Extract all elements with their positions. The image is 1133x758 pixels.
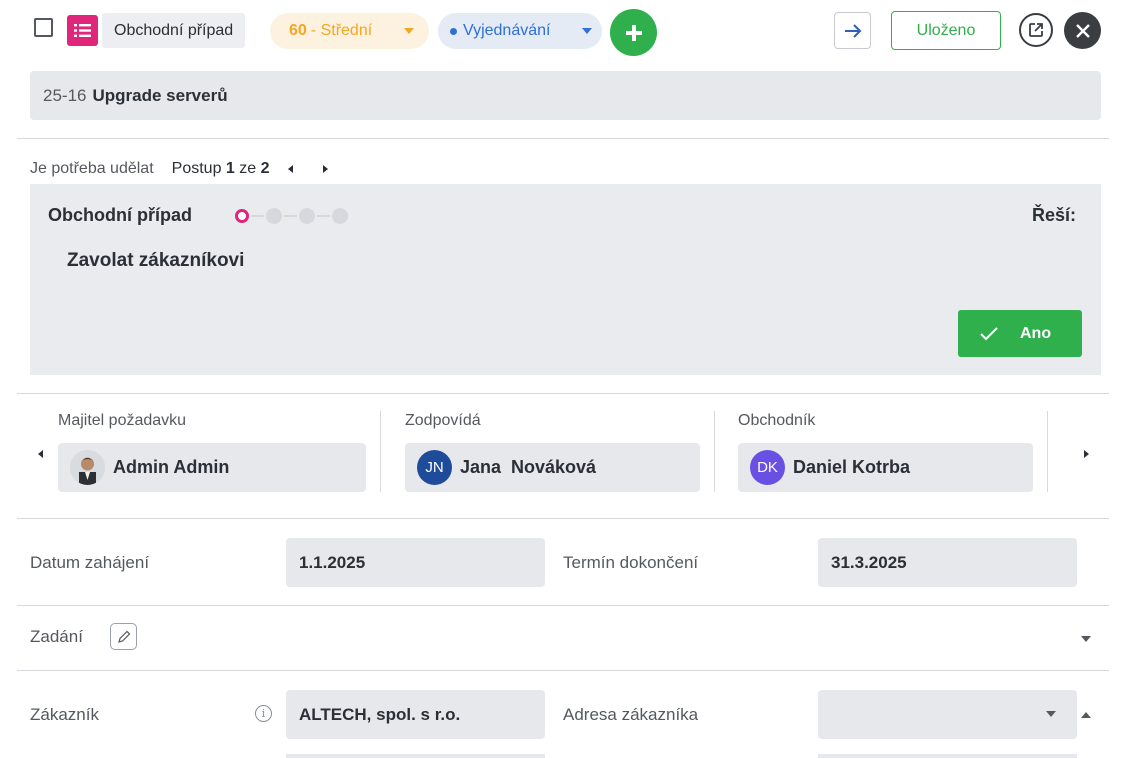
resolver-label: Řeší: [1032,205,1077,225]
divider [714,411,715,492]
step-next-icon[interactable] [322,165,328,173]
person-label: Majitel požadavku [58,412,187,429]
stage-dot-icon [450,27,457,35]
add-button[interactable] [610,9,657,56]
confirm-label: Ano [1020,324,1052,342]
chevron-down-icon [582,28,592,34]
progress-step-4 [332,208,348,224]
record-number: 25-16 [43,85,87,105]
divider [17,138,1109,139]
open-external-button[interactable] [1019,13,1053,47]
end-date-field[interactable]: 31.3.2025 [818,538,1077,587]
progress-step-1 [235,209,249,223]
record-title-field[interactable]: 25-16 Upgrade serverů [30,71,1101,120]
progress-step-3 [299,208,315,224]
step-current: 1 [225,160,235,177]
process-title: Obchodní případ [48,205,192,225]
info-icon[interactable]: i [255,705,272,722]
record-type-label: Obchodní případ [114,21,234,39]
priority-value: 60 [289,22,307,39]
chevron-up-icon[interactable] [1081,712,1091,718]
select-checkbox[interactable] [34,18,53,37]
next-field-partial [286,754,545,758]
avatar [70,450,105,485]
start-date-label: Datum zahájení [30,553,150,572]
priority-dropdown[interactable]: 60 - Střední [270,13,429,49]
customer-field[interactable]: ALTECH, spol. s r.o. [286,690,545,739]
step-prefix: Postup [171,160,222,177]
task-text: Zavolat zákazníkovi [67,250,245,271]
record-name: Upgrade serverů [92,85,228,105]
chevron-down-icon [404,28,414,34]
plus-icon [625,24,642,41]
address-label: Adresa zákazníka [563,705,699,724]
pencil-icon [117,630,130,643]
progress-step-2 [266,208,282,224]
divider [17,518,1109,519]
divider [17,393,1109,394]
person-name: Admin Admin [113,457,230,477]
divider [380,411,381,492]
todo-heading: Je potřeba udělat [30,160,154,177]
arrow-right-icon [844,23,861,38]
step-indicator: Postup 1 ze 2 [172,160,270,178]
confirm-button[interactable]: Ano [958,310,1082,357]
end-date-value: 31.3.2025 [831,552,907,572]
divider [1047,411,1048,492]
chevron-down-icon[interactable] [1081,636,1091,642]
person-label: Zodpovídá [405,412,481,429]
person-name: Jana Nováková [460,457,597,477]
priority-label: - Střední [310,22,373,39]
step-total: 2 [260,160,270,177]
close-button[interactable] [1064,12,1101,49]
avatar: DK [750,450,785,485]
people-prev-icon[interactable] [38,450,43,458]
person-chip-responsible[interactable]: JN Jana Nováková [405,443,700,492]
person-name: Daniel Kotrba [793,457,911,477]
process-progress [235,208,348,224]
next-record-button[interactable] [834,12,871,49]
step-sep: ze [239,160,257,177]
stage-dropdown[interactable]: Vyjednávání [438,13,602,49]
check-icon [980,326,998,340]
external-link-icon [1029,23,1043,37]
list-icon [67,15,98,46]
record-type-chip: Obchodní případ [102,13,246,48]
people-next-icon[interactable] [1084,450,1089,458]
avatar: JN [417,450,452,485]
chevron-down-icon [1046,711,1056,717]
customer-value: ALTECH, spol. s r.o. [299,704,461,724]
address-dropdown[interactable] [818,690,1077,739]
person-chip-salesperson[interactable]: DK Daniel Kotrba [738,443,1033,492]
divider [17,605,1109,606]
end-date-label: Termín dokončení [563,553,699,572]
step-prev-icon[interactable] [287,165,293,173]
assignment-label: Zadání [30,627,83,646]
next-field-partial [818,754,1077,758]
person-label: Obchodník [738,412,816,429]
stage-label: Vyjednávání [463,22,551,39]
start-date-value: 1.1.2025 [299,552,366,572]
todo-header: Je potřeba udělat Postup 1 ze 2 [30,160,328,178]
customer-label: Zákazník [30,705,99,724]
edit-assignment-button[interactable] [110,623,137,650]
close-icon [1075,23,1090,38]
divider [17,670,1109,671]
saved-button[interactable]: Uloženo [891,11,1001,50]
start-date-field[interactable]: 1.1.2025 [286,538,545,587]
person-chip-owner[interactable]: Admin Admin [58,443,366,492]
saved-label: Uloženo [916,21,976,39]
